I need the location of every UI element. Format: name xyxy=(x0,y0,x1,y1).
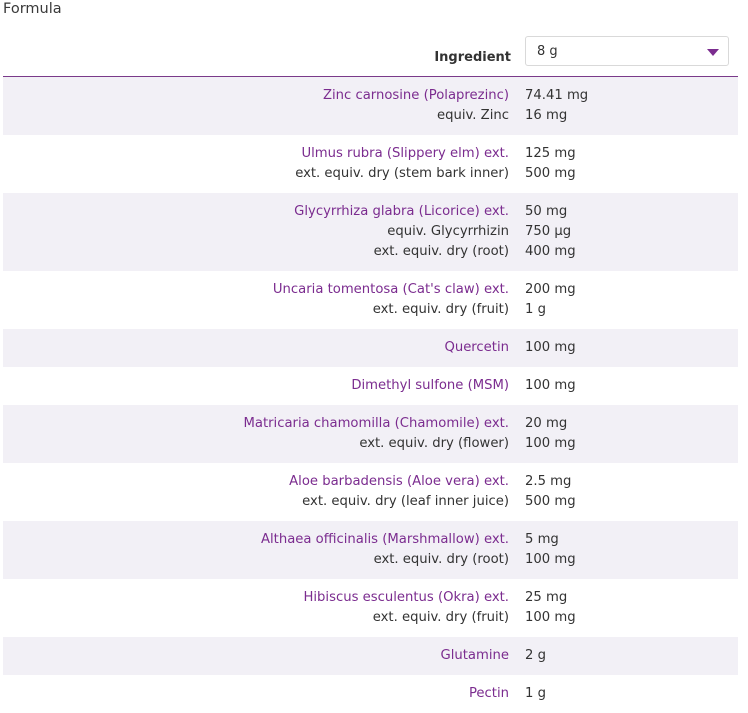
ingredient-cell: Glycyrrhiza glabra (Licorice) ext. equiv.… xyxy=(3,202,510,262)
table-row: Ulmus rubra (Slippery elm) ext. ext. equi… xyxy=(3,135,738,193)
table-row: Matricaria chamomilla (Chamomile) ext. ex… xyxy=(3,405,738,463)
ingredient-amount: 100 mg xyxy=(525,436,576,451)
amount-cell: 25 mg 100 mg xyxy=(510,588,738,628)
table-row: Pectin 1 g xyxy=(3,675,738,713)
ingredient-amount: 125 mg xyxy=(525,146,576,161)
table-row: Aloe barbadensis (Aloe vera) ext. ext. eq… xyxy=(3,463,738,521)
table-row: Hibiscus esculentus (Okra) ext. ext. equi… xyxy=(3,579,738,637)
ingredient-amount: 200 mg xyxy=(525,282,576,297)
ingredient-name: Dimethyl sulfone (MSM) xyxy=(351,378,509,393)
ingredient-amount: 16 mg xyxy=(525,108,568,123)
ingredient-name: Althaea officinalis (Marshmallow) ext. xyxy=(261,532,509,547)
ingredient-cell: Glutamine xyxy=(3,646,510,666)
ingredient-cell: Ulmus rubra (Slippery elm) ext. ext. equi… xyxy=(3,144,510,184)
ingredient-name: Uncaria tomentosa (Cat's claw) ext. xyxy=(272,282,509,297)
amount-cell: 100 mg xyxy=(510,338,738,358)
ingredient-equivalent: equiv. Glycyrrhizin xyxy=(387,224,509,239)
table-row: Zinc carnosine (Polaprezinc) equiv. Zinc 7… xyxy=(3,77,738,135)
ingredient-name: Matricaria chamomilla (Chamomile) ext. xyxy=(243,416,509,431)
serving-size-value: 8 g xyxy=(537,44,558,59)
ingredient-cell: Aloe barbadensis (Aloe vera) ext. ext. eq… xyxy=(3,472,510,512)
ingredient-amount: 500 mg xyxy=(525,166,576,181)
table-row: Glutamine 2 g xyxy=(3,637,738,675)
table-row: Uncaria tomentosa (Cat's claw) ext. ext. … xyxy=(3,271,738,329)
table-row: Quercetin 100 mg xyxy=(3,329,738,367)
ingredient-cell: Pectin xyxy=(3,684,510,704)
serving-size-select[interactable]: 8 g xyxy=(525,36,729,66)
ingredient-name: Quercetin xyxy=(444,340,509,355)
amount-cell: 125 mg 500 mg xyxy=(510,144,738,184)
ingredient-amount: 50 mg xyxy=(525,204,568,219)
ingredient-equivalent: ext. equiv. dry (fruit) xyxy=(372,610,509,625)
ingredient-amount: 100 mg xyxy=(525,378,576,393)
ingredient-amount: 2.5 mg xyxy=(525,474,572,489)
formula-page: Formula Ingredient 8 g Zinc carnosine (P… xyxy=(0,0,748,701)
amount-cell: 5 mg 100 mg xyxy=(510,530,738,570)
ingredient-amount: 2 g xyxy=(525,648,546,663)
table-row: Dimethyl sulfone (MSM) 100 mg xyxy=(3,367,738,405)
ingredient-cell: Matricaria chamomilla (Chamomile) ext. ex… xyxy=(3,414,510,454)
ingredient-amount: 25 mg xyxy=(525,590,568,605)
ingredient-amount: 5 mg xyxy=(525,532,559,547)
table-header: Ingredient 8 g xyxy=(3,36,738,77)
ingredient-cell: Uncaria tomentosa (Cat's claw) ext. ext. … xyxy=(3,280,510,320)
section-title: Formula xyxy=(3,1,62,17)
chevron-down-icon[interactable] xyxy=(707,49,719,56)
ingredient-name: Zinc carnosine (Polaprezinc) xyxy=(322,88,509,103)
ingredient-table: Zinc carnosine (Polaprezinc) equiv. Zinc 7… xyxy=(3,77,738,713)
amount-cell: 100 mg xyxy=(510,376,738,396)
ingredient-cell: Quercetin xyxy=(3,338,510,358)
ingredient-name: Hibiscus esculentus (Okra) ext. xyxy=(303,590,509,605)
amount-cell: 200 mg 1 g xyxy=(510,280,738,320)
ingredient-name: Ulmus rubra (Slippery elm) ext. xyxy=(301,146,509,161)
ingredient-name: Glutamine xyxy=(440,648,509,663)
ingredient-cell: Dimethyl sulfone (MSM) xyxy=(3,376,510,396)
table-row: Althaea officinalis (Marshmallow) ext. ex… xyxy=(3,521,738,579)
amount-cell: 20 mg 100 mg xyxy=(510,414,738,454)
amount-cell: 1 g xyxy=(510,684,738,704)
ingredient-amount: 20 mg xyxy=(525,416,568,431)
ingredient-amount: 100 mg xyxy=(525,340,576,355)
ingredient-amount: 500 mg xyxy=(525,494,576,509)
amount-cell: 50 mg 750 µg 400 mg xyxy=(510,202,738,262)
ingredient-cell: Hibiscus esculentus (Okra) ext. ext. equi… xyxy=(3,588,510,628)
ingredient-amount: 74.41 mg xyxy=(525,88,589,103)
ingredient-name: Pectin xyxy=(468,686,509,701)
ingredient-amount: 1 g xyxy=(525,302,546,317)
ingredient-cell: Althaea officinalis (Marshmallow) ext. ex… xyxy=(3,530,510,570)
ingredient-amount: 400 mg xyxy=(525,244,576,259)
ingredient-cell: Zinc carnosine (Polaprezinc) equiv. Zinc xyxy=(3,86,510,126)
table-row: Glycyrrhiza glabra (Licorice) ext. equiv.… xyxy=(3,193,738,271)
ingredient-equivalent: ext. equiv. dry (flower) xyxy=(359,436,509,451)
ingredient-name: Aloe barbadensis (Aloe vera) ext. xyxy=(289,474,509,489)
ingredient-amount: 1 g xyxy=(525,686,546,701)
ingredient-amount: 100 mg xyxy=(525,610,576,625)
ingredient-equivalent: ext. equiv. dry (leaf inner juice) xyxy=(302,494,509,509)
ingredient-column-header: Ingredient xyxy=(434,50,511,65)
ingredient-equivalent: ext. equiv. dry (root) xyxy=(373,552,509,567)
ingredient-name: Glycyrrhiza glabra (Licorice) ext. xyxy=(294,204,509,219)
amount-cell: 74.41 mg 16 mg xyxy=(510,86,738,126)
ingredient-equivalent: equiv. Zinc xyxy=(437,108,509,123)
amount-cell: 2.5 mg 500 mg xyxy=(510,472,738,512)
ingredient-amount: 750 µg xyxy=(525,224,572,239)
ingredient-equivalent: ext. equiv. dry (fruit) xyxy=(372,302,509,317)
amount-cell: 2 g xyxy=(510,646,738,666)
ingredient-equivalent: ext. equiv. dry (stem bark inner) xyxy=(295,166,509,181)
ingredient-amount: 100 mg xyxy=(525,552,576,567)
ingredient-equivalent: ext. equiv. dry (root) xyxy=(373,244,509,259)
